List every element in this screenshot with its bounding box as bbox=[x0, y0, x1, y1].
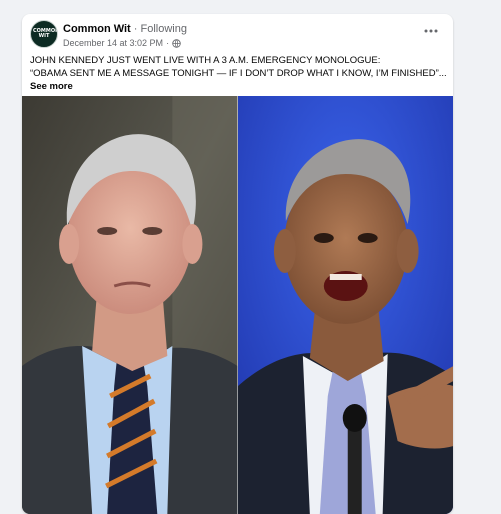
meta-separator: · bbox=[166, 38, 170, 48]
portrait-right-image bbox=[237, 96, 453, 514]
post-text: JOHN KENNEDY JUST WENT LIVE WITH A 3 A.M… bbox=[30, 54, 448, 93]
page-name-link[interactable]: Common Wit bbox=[63, 23, 131, 35]
page-avatar[interactable]: COMMON WIT bbox=[30, 20, 58, 48]
post-photo[interactable] bbox=[22, 96, 453, 514]
more-options-icon bbox=[424, 29, 438, 33]
more-options-button[interactable] bbox=[421, 23, 441, 39]
post-header: COMMON WIT Common Wit · Following Decemb… bbox=[30, 20, 445, 54]
post-text-quote: “OBAMA SENT ME A MESSAGE TONIGHT — IF I … bbox=[30, 68, 447, 79]
following-button[interactable]: Following bbox=[141, 23, 187, 35]
see-more-link[interactable]: See more bbox=[30, 81, 73, 92]
globe-icon bbox=[172, 38, 181, 48]
photo-right-panel bbox=[237, 96, 453, 514]
avatar-logo-text: COMMON WIT bbox=[33, 28, 58, 39]
portrait-left-image bbox=[22, 96, 238, 514]
page-name-row: Common Wit · Following bbox=[63, 23, 187, 35]
post-text-line-1: JOHN KENNEDY JUST WENT LIVE WITH A 3 A.M… bbox=[30, 55, 381, 66]
post-text-line-2: “OBAMA SENT ME A MESSAGE TONIGHT — IF I … bbox=[30, 67, 448, 93]
post-timestamp[interactable]: December 14 at 3:02 PM bbox=[63, 38, 163, 48]
photo-left-panel bbox=[22, 96, 238, 514]
name-separator: · bbox=[130, 23, 141, 35]
post-card: COMMON WIT Common Wit · Following Decemb… bbox=[22, 14, 453, 514]
post-meta: December 14 at 3:02 PM · bbox=[63, 38, 181, 48]
